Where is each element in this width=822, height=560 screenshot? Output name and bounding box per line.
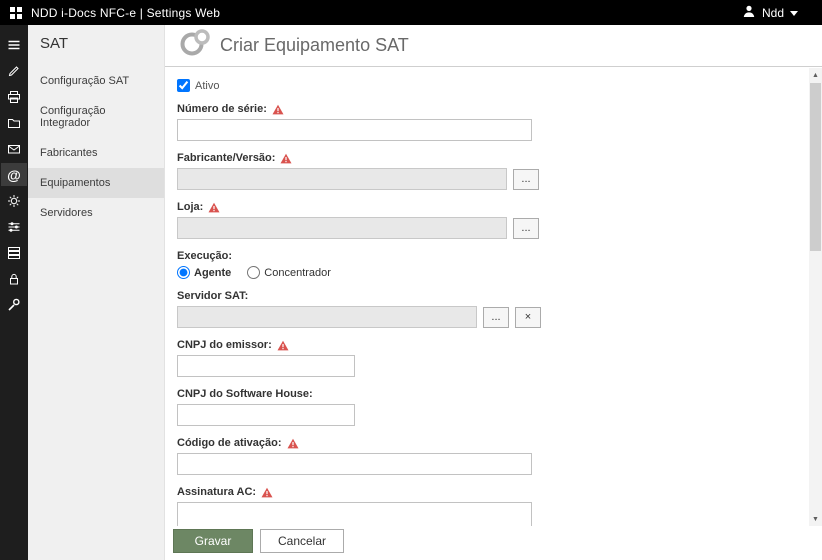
execution-label: Execução: (177, 250, 233, 262)
app-launcher-icon[interactable] (10, 6, 22, 19)
top-bar: NDD i-Docs NFC-e | Settings Web Ndd (0, 0, 822, 25)
wrench-icon[interactable] (1, 293, 27, 316)
save-button[interactable]: Gravar (173, 529, 253, 553)
section-nav: SAT Configuração SAT Configuração Integr… (28, 25, 165, 560)
at-icon[interactable]: @ (1, 163, 27, 186)
sidebar-item-configuracao-sat[interactable]: Configuração SAT (28, 66, 164, 96)
manufacturer-browse-button[interactable]: ... (513, 168, 539, 190)
sidebar-item-fabricantes[interactable]: Fabricantes (28, 138, 164, 168)
gear-icon[interactable] (1, 189, 27, 212)
scroll-down-arrow[interactable]: ▼ (809, 512, 822, 526)
cnpj-issuer-label: CNPJ do emissor: (177, 339, 792, 351)
scrollbar[interactable]: ▲ ▼ (809, 68, 822, 526)
activation-code-input[interactable] (177, 453, 532, 475)
icon-rail: @ (0, 25, 28, 560)
person-icon (742, 4, 756, 21)
sidebar-item-configuracao-integrador[interactable]: Configuração Integrador (28, 96, 164, 138)
cancel-button[interactable]: Cancelar (260, 529, 344, 553)
pen-icon[interactable] (1, 59, 27, 82)
page-title: Criar Equipamento SAT (220, 35, 409, 55)
double-ring-icon (179, 28, 211, 63)
activation-code-label: Código de ativação: (177, 437, 792, 449)
store-input (177, 217, 507, 239)
scrollbar-thumb[interactable] (810, 83, 821, 251)
required-warning-icon (280, 153, 292, 164)
cnpj-software-label: CNPJ do Software House: (177, 388, 313, 400)
server-clear-button[interactable]: × (515, 306, 541, 328)
serial-input[interactable] (177, 119, 532, 141)
workflow-icon[interactable] (1, 215, 27, 238)
execution-concentrator-option[interactable]: Concentrador (247, 266, 331, 279)
user-menu[interactable]: Ndd (742, 4, 812, 21)
server-label: Servidor SAT: (177, 290, 249, 302)
cnpj-issuer-input[interactable] (177, 355, 355, 377)
store-label: Loja: (177, 201, 792, 213)
store-browse-button[interactable]: ... (513, 217, 539, 239)
folder-icon[interactable] (1, 111, 27, 134)
menu-icon[interactable] (1, 33, 27, 56)
server-input (177, 306, 477, 328)
user-name: Ndd (761, 5, 784, 20)
app-title: NDD i-Docs NFC-e | Settings Web (31, 5, 221, 20)
active-label: Ativo (195, 79, 220, 92)
execution-concentrator-radio[interactable] (247, 266, 261, 279)
sidebar-item-servidores[interactable]: Servidores (28, 198, 164, 228)
section-title: SAT (40, 35, 69, 52)
mail-icon[interactable] (1, 137, 27, 160)
execution-agent-radio[interactable] (177, 266, 190, 279)
chevron-down-icon (790, 11, 798, 16)
form-footer: Gravar Cancelar (165, 526, 822, 560)
signature-label: Assinatura AC: (177, 486, 792, 498)
serial-label: Número de série: (177, 103, 792, 115)
required-warning-icon (287, 438, 299, 449)
form-area: Ativo Número de série: Fabricante/Versão… (165, 67, 822, 526)
printer-icon[interactable] (1, 85, 27, 108)
server-browse-button[interactable]: ... (483, 306, 509, 328)
required-warning-icon (261, 487, 273, 498)
required-warning-icon (272, 104, 284, 115)
execution-radio-group: Agente Concentrador (177, 266, 792, 279)
main-panel: Criar Equipamento SAT Ativo Número de sé… (165, 25, 822, 560)
signature-textarea[interactable] (177, 502, 532, 526)
manufacturer-input (177, 168, 507, 190)
execution-agent-option[interactable]: Agente (177, 266, 231, 279)
required-warning-icon (208, 202, 220, 213)
manufacturer-label: Fabricante/Versão: (177, 152, 792, 164)
server-icon[interactable] (1, 241, 27, 264)
cnpj-software-input[interactable] (177, 404, 355, 426)
scroll-up-arrow[interactable]: ▲ (809, 68, 822, 82)
lock-icon[interactable] (1, 267, 27, 290)
active-checkbox[interactable] (177, 79, 190, 92)
required-warning-icon (277, 340, 289, 351)
sidebar-item-equipamentos[interactable]: Equipamentos (28, 168, 164, 198)
page-header: Criar Equipamento SAT (165, 25, 822, 67)
